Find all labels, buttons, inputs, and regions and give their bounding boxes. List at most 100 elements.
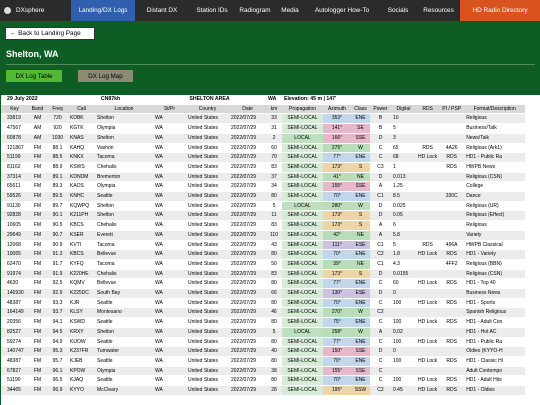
table-info-row: 29 July 2022 CN87kh SHELTON AREA WA Elev…: [1, 95, 526, 105]
table-cell-rds: [416, 172, 440, 183]
table-cell-format-description: Spanish Religious: [464, 307, 526, 319]
table-cell-pi-psp: RDS: [439, 385, 465, 396]
table-cell-digital: 0.02: [391, 327, 416, 338]
table-cell-key: 60878: [1, 133, 28, 144]
table-cell-km: 80: [266, 375, 282, 387]
table-cell-date: 2022/07/29: [229, 375, 266, 387]
table-cell-key: 92828: [1, 210, 28, 222]
nav-item-station-ids[interactable]: Station IDs: [189, 0, 235, 21]
nav-item-radiogram[interactable]: Radiogram: [235, 0, 275, 21]
back-to-landing-button[interactable]: ← Back to Landing Page: [5, 27, 95, 40]
column-header[interactable]: km: [266, 104, 282, 115]
table-cell-key: 51199: [1, 152, 28, 163]
column-header[interactable]: Azimuth: [323, 104, 351, 115]
brand[interactable]: DXsphere: [0, 0, 71, 21]
table-row: 81162 FM 88.9 KSWS Chehalis WA United States 20…: [1, 162, 526, 173]
column-header[interactable]: Class: [351, 104, 370, 115]
table-cell-date: 2022/07/29: [229, 172, 266, 183]
nav-item-socials[interactable]: Socials: [379, 0, 417, 21]
column-header[interactable]: Propagation: [282, 104, 323, 115]
nav-item-distant-dx[interactable]: Distant DX: [135, 0, 189, 21]
table-cell-location: Tacoma: [95, 240, 153, 251]
table-cell-propagation: SEMI-LOCAL: [282, 298, 323, 309]
table-cell-freq: 96.5: [47, 375, 68, 387]
table-cell-date: 2022/07/29: [229, 201, 266, 212]
table-cell-call: K225DC: [68, 288, 95, 299]
column-header[interactable]: Date: [229, 104, 266, 115]
table-cell-pi-psp: [439, 201, 465, 212]
table-row: 37314 FM 89.1 KDNDM Bremerton WA United States…: [1, 172, 526, 183]
table-cell-st-pr: WA: [153, 346, 186, 357]
column-header[interactable]: Call: [68, 104, 95, 115]
nav-item-media[interactable]: Media: [275, 0, 305, 21]
column-header[interactable]: Freq: [47, 104, 68, 115]
column-header[interactable]: PI / PSP: [439, 104, 465, 115]
table-cell-st-pr: WA: [153, 230, 186, 241]
table-cell-st-pr: WA: [153, 249, 186, 260]
table-cell-st-pr: WA: [153, 113, 186, 125]
table-cell-azimuth: 70°: [323, 191, 351, 202]
column-header[interactable]: Power: [370, 104, 391, 115]
nav-item-autologger[interactable]: Autologger How-To: [305, 0, 379, 21]
table-cell-power: A: [370, 230, 391, 241]
table-cell-pi-psp: RDS: [439, 249, 465, 260]
nav-item-landing[interactable]: Landing/DX Logs: [71, 0, 135, 21]
nav-item-resources[interactable]: Resources: [417, 0, 460, 21]
column-header[interactable]: Key: [1, 104, 28, 115]
table-cell-digital: 0: [391, 346, 416, 357]
table-cell-call: KLSY: [68, 307, 95, 319]
table-cell-digital: [391, 307, 416, 319]
table-cell-format-description: News/Talk: [464, 133, 526, 144]
table-cell-st-pr: WA: [153, 337, 186, 348]
table-cell-format-description: Religious (Ark1): [464, 143, 526, 154]
column-header[interactable]: Format/Description: [464, 104, 526, 115]
table-cell-date: 2022/07/29: [229, 152, 266, 163]
column-header[interactable]: Country: [186, 104, 229, 115]
table-cell-location: Olympia: [95, 123, 153, 134]
table-cell-power: C2: [370, 385, 391, 396]
table-cell-call: KNAS: [68, 133, 95, 144]
column-header[interactable]: St/Pr: [153, 104, 186, 115]
column-header[interactable]: Location: [95, 104, 153, 115]
table-cell-azimuth: 258°: [323, 327, 351, 338]
table-cell-freq: 89.7: [47, 201, 68, 212]
table-cell-power: D: [370, 269, 391, 280]
table-cell-propagation: SEMI-LOCAL: [282, 113, 323, 125]
table-row: 4630 FM 92.5 KQMV Bellevue WA United States 202…: [1, 278, 526, 290]
table-cell-band: FM: [28, 269, 47, 280]
table-cell-location: Tacoma: [95, 152, 153, 163]
table-cell-freq: 88.5: [47, 152, 68, 163]
table-cell-rds: [416, 259, 440, 270]
table-cell-power: C: [370, 337, 391, 348]
table-cell-band: FM: [28, 317, 47, 328]
table-cell-rds: [416, 230, 440, 241]
info-grid: CN87kh: [68, 95, 153, 105]
table-cell-st-pr: WA: [153, 288, 186, 299]
table-cell-km: 40: [266, 346, 282, 357]
table-cell-azimuth: 195°: [323, 385, 351, 396]
table-cell-rds: HD Lock: [416, 337, 440, 348]
brand-label: DXsphere: [16, 7, 45, 14]
table-cell-freq: 88.1: [47, 143, 68, 154]
dx-log-table-button[interactable]: DX Log Table: [6, 70, 62, 82]
table-cell-freq: 90.5: [47, 220, 68, 231]
table-cell-freq: 89.3: [47, 181, 68, 193]
table-cell-class: SSE: [351, 133, 370, 144]
column-header[interactable]: Digital: [391, 104, 416, 115]
table-row: 10605 FM 90.5 KBCS Chehalis WA United States 20…: [1, 220, 526, 231]
table-cell-st-pr: WA: [153, 278, 186, 290]
table-cell-format-description: HWPB Classical: [464, 240, 526, 251]
table-cell-format-description: HWPB News: [464, 162, 526, 173]
table-cell-pi-psp: [439, 366, 465, 377]
dx-log-map-button[interactable]: DX Log Map: [78, 70, 133, 82]
table-cell-band: FM: [28, 259, 47, 270]
column-header[interactable]: RDS: [416, 104, 440, 115]
table-cell-digital: 8.5: [391, 191, 416, 202]
nav-item-hd-radio[interactable]: HD Radio Directory: [460, 0, 540, 21]
table-cell-propagation: SEMI-LOCAL: [282, 220, 323, 231]
table-cell-digital: 60: [391, 278, 416, 290]
table-row: 33819 AM 720 KDBK Shelton WA United States 2022…: [1, 113, 526, 125]
table-cell-country: United States: [186, 201, 229, 212]
table-cell-date: 2022/07/29: [229, 181, 266, 193]
column-header[interactable]: Band: [28, 104, 47, 115]
